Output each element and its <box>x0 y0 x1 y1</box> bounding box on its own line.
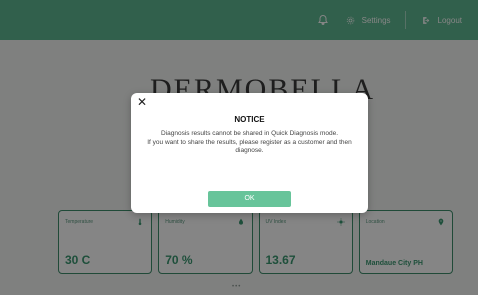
app-page: Settings Logout DERMOBELLA Temperature 3… <box>0 0 478 295</box>
modal-title: NOTICE <box>234 115 265 124</box>
notice-modal: ✕ NOTICE Diagnosis results cannot be sha… <box>131 93 368 213</box>
close-icon[interactable]: ✕ <box>136 96 148 108</box>
modal-message: Diagnosis results cannot be shared in Qu… <box>141 130 358 156</box>
modal-line-2: If you want to share the results, please… <box>147 138 352 155</box>
modal-line-1: Diagnosis results cannot be shared in Qu… <box>160 130 339 137</box>
ok-button[interactable]: OK <box>208 191 291 207</box>
